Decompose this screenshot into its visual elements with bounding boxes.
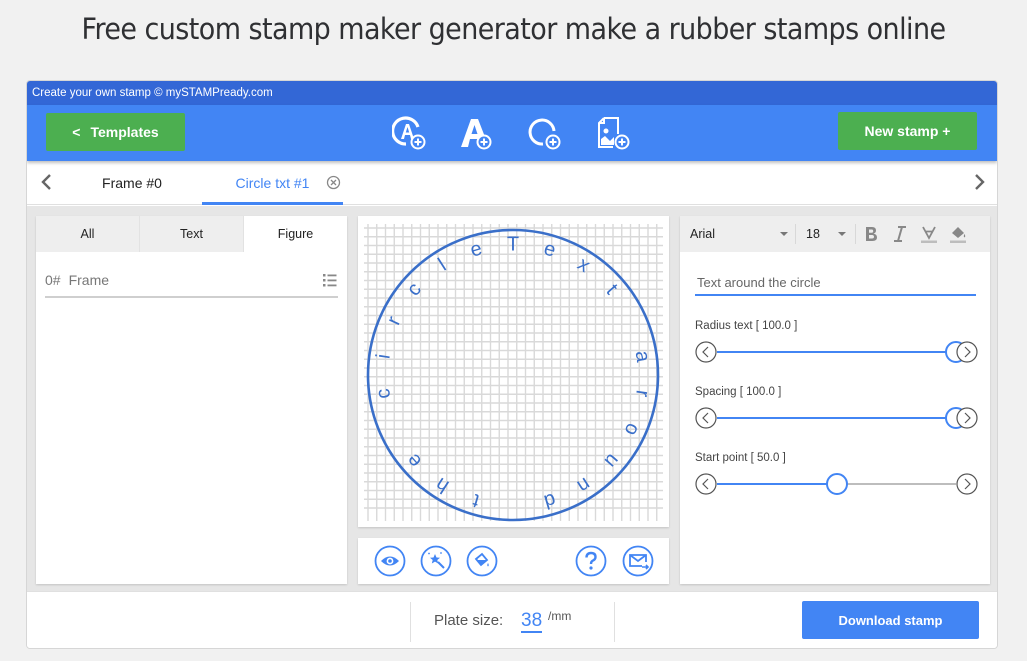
main-toolbar: < Templates New stamp + xyxy=(27,105,997,161)
decrease-arrow-icon[interactable] xyxy=(695,473,717,495)
app-topbar: Create your own stamp © mySTAMPready.com xyxy=(27,81,997,105)
increase-arrow-icon[interactable] xyxy=(956,473,978,495)
increase-arrow-icon[interactable] xyxy=(956,407,978,429)
bold-icon[interactable] xyxy=(861,224,881,244)
properties-panel: Arial 18 Text around the circle Radius t… xyxy=(680,216,990,584)
chevron-left-icon[interactable] xyxy=(37,171,57,193)
divider xyxy=(614,602,615,642)
layer-tabs-bar: Frame #0 Circle txt #1 xyxy=(27,161,997,205)
new-stamp-button[interactable]: New stamp + xyxy=(838,112,977,150)
magic-wand-icon[interactable] xyxy=(420,545,452,577)
page-title: Free custom stamp maker generator make a… xyxy=(81,12,946,46)
chevron-right-icon[interactable] xyxy=(969,171,989,193)
font-select-value: Arial xyxy=(690,227,716,241)
filter-tab-figure[interactable]: Figure xyxy=(244,216,347,252)
templates-label: Templates xyxy=(90,124,159,140)
font-select[interactable]: Arial xyxy=(690,216,788,252)
circle-text: Textaroundthecircle xyxy=(372,233,654,512)
circle-text-letter: u xyxy=(600,449,624,472)
templates-button[interactable]: < Templates xyxy=(46,113,185,151)
radius-text-label: Radius text [ 100.0 ] xyxy=(695,320,798,332)
layer-number: 0# xyxy=(45,272,61,288)
circle-text-letter: d xyxy=(541,488,558,512)
radius-text-slider[interactable] xyxy=(695,340,978,364)
add-text-icon[interactable] xyxy=(458,115,494,151)
add-image-icon[interactable] xyxy=(596,115,632,151)
slider-track[interactable] xyxy=(717,341,967,363)
caret-down-icon xyxy=(838,232,846,236)
canvas-toolbar xyxy=(358,538,669,584)
stamp-preview: Textaroundthecircle xyxy=(364,224,663,522)
stamp-editor-app: Create your own stamp © mySTAMPready.com… xyxy=(26,80,998,649)
send-email-icon[interactable] xyxy=(622,545,654,577)
divider xyxy=(795,224,796,244)
workarea: All Text Figure 0# Frame Textaroundtheci… xyxy=(27,206,997,591)
italic-icon[interactable] xyxy=(890,224,910,244)
chevron-left-icon: < xyxy=(72,124,81,140)
slider-thumb[interactable] xyxy=(825,473,848,495)
font-size-select[interactable]: 18 xyxy=(806,216,846,252)
circle-text-letter: r xyxy=(631,389,654,399)
decrease-arrow-icon[interactable] xyxy=(695,407,717,429)
text-color-icon[interactable] xyxy=(919,224,939,244)
layer-filter-tabs: All Text Figure xyxy=(36,216,347,252)
plate-size-value[interactable]: 38 xyxy=(521,611,543,633)
plate-size-unit: /mm xyxy=(548,609,572,623)
circle-text-letter: o xyxy=(620,420,645,439)
circle-text-letter: c xyxy=(372,387,395,400)
stamp-canvas[interactable]: Textaroundthecircle xyxy=(358,216,669,527)
circle-text-letter: n xyxy=(573,473,594,498)
download-stamp-button[interactable]: Download stamp xyxy=(802,601,979,639)
format-toolbar: Arial 18 xyxy=(680,216,990,252)
help-icon[interactable] xyxy=(575,545,607,577)
divider xyxy=(855,224,856,244)
filter-tab-text[interactable]: Text xyxy=(140,216,244,252)
slider-fill xyxy=(717,351,956,353)
filter-tab-all[interactable]: All xyxy=(36,216,140,252)
increase-arrow-icon[interactable] xyxy=(956,341,978,363)
font-size-value: 18 xyxy=(806,227,820,241)
circle-text-letter: h xyxy=(432,473,453,498)
circle-text-input[interactable] xyxy=(695,270,976,296)
decrease-arrow-icon[interactable] xyxy=(695,341,717,363)
tab-frame-0[interactable]: Frame #0 xyxy=(77,161,187,205)
circle-text-letter: x xyxy=(574,253,594,277)
circle-text-letter: e xyxy=(402,449,426,472)
circle-text-letter: a xyxy=(631,349,654,364)
slider-track[interactable] xyxy=(717,473,956,495)
preview-eye-icon[interactable] xyxy=(374,545,406,577)
plate-size-label: Plate size: xyxy=(434,612,504,629)
layers-panel: All Text Figure 0# Frame xyxy=(36,216,347,584)
tab-circle-txt-1[interactable]: Circle txt #1 xyxy=(202,161,343,205)
bottom-bar: Plate size: 38 /mm Download stamp xyxy=(27,591,997,648)
divider xyxy=(410,602,411,642)
start-point-slider[interactable] xyxy=(695,472,978,496)
slider-fill xyxy=(717,483,837,485)
start-point-label: Start point [ 50.0 ] xyxy=(695,452,786,464)
fill-color-icon[interactable] xyxy=(948,224,968,244)
paint-bucket-icon[interactable] xyxy=(466,545,498,577)
spacing-label: Spacing [ 100.0 ] xyxy=(695,386,782,398)
add-figure-icon[interactable] xyxy=(527,115,563,151)
slider-track[interactable] xyxy=(717,407,967,429)
close-tab-icon[interactable] xyxy=(326,175,341,190)
list-menu-icon[interactable] xyxy=(322,272,338,288)
circle-text-letter: T xyxy=(507,233,519,255)
slider-fill xyxy=(717,417,956,419)
layer-item[interactable]: 0# Frame xyxy=(45,264,338,298)
circle-text-letter: e xyxy=(541,237,558,261)
spacing-slider[interactable] xyxy=(695,406,978,430)
add-circle-text-icon[interactable] xyxy=(392,115,428,151)
caret-down-icon xyxy=(780,232,788,236)
layer-name: Frame xyxy=(68,272,110,288)
